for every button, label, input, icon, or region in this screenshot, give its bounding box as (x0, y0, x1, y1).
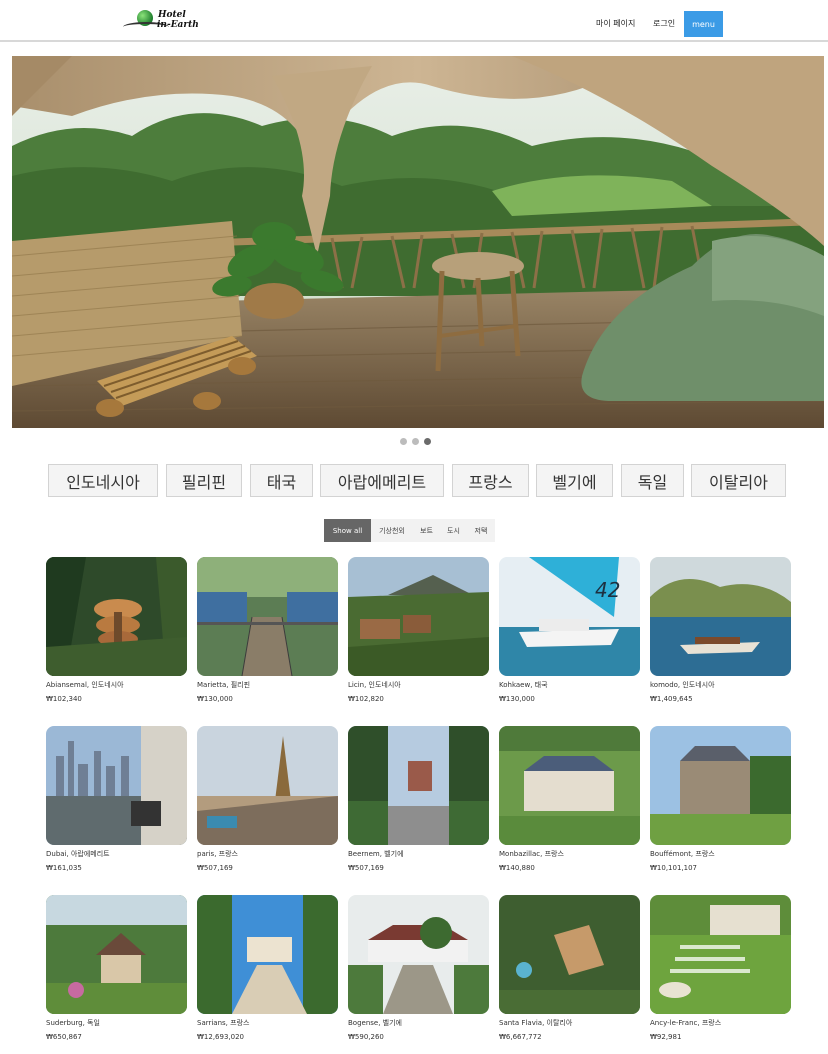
listing-name: komodo, 인도네시아 (650, 681, 715, 689)
login-link[interactable]: 로그인 (653, 18, 675, 29)
listing-photo[interactable] (46, 726, 187, 845)
logo-text-line1: Hotel (158, 10, 186, 20)
listing-name: Bouffémont, 프랑스 (650, 850, 715, 858)
carousel-dot-2[interactable] (412, 438, 419, 445)
filter-tab-show-all[interactable]: Show all (324, 519, 371, 542)
listing-photo[interactable] (197, 557, 338, 676)
listing-photo[interactable] (499, 895, 640, 1014)
listing-price: ₩1,409,645 (650, 695, 693, 703)
listing-price: ₩140,880 (499, 864, 535, 872)
listing-photo[interactable] (197, 726, 338, 845)
logo-text-line2: in-Earth (157, 20, 199, 30)
listing-card[interactable]: Ancy-le-Franc, 프랑스 ₩92,981 (650, 895, 791, 1041)
listing-price: ₩590,260 (348, 1033, 384, 1041)
country-button-uae[interactable]: 아랍에메리트 (320, 464, 444, 497)
listing-name: Beernem, 벨기에 (348, 850, 404, 858)
country-button-indonesia[interactable]: 인도네시아 (48, 464, 158, 497)
listing-card[interactable]: komodo, 인도네시아 ₩1,409,645 (650, 557, 791, 703)
carousel-dot-3[interactable] (424, 438, 431, 445)
country-button-germany[interactable]: 독일 (621, 464, 684, 497)
listing-name: Licin, 인도네시아 (348, 681, 401, 689)
listing-photo[interactable] (499, 726, 640, 845)
listing-photo[interactable] (650, 895, 791, 1014)
listing-name: Suderburg, 독일 (46, 1019, 100, 1027)
listing-card[interactable]: Bogense, 벨기에 ₩590,260 (348, 895, 489, 1041)
listing-price: ₩12,693,020 (197, 1033, 245, 1041)
listing-card[interactable]: Suderburg, 독일 ₩650,867 (46, 895, 187, 1041)
listing-photo[interactable] (197, 895, 338, 1014)
listing-price: ₩130,000 (197, 695, 233, 703)
listing-card[interactable]: Monbazillac, 프랑스 ₩140,880 (499, 726, 640, 872)
country-button-thailand[interactable]: 태국 (250, 464, 313, 497)
filter-tab-mansion[interactable]: 저택 (467, 519, 495, 542)
site-logo[interactable]: Hotel in-Earth (121, 8, 201, 34)
listing-price: ₩10,101,107 (650, 864, 698, 872)
country-button-italy[interactable]: 이탈리아 (691, 464, 786, 497)
listing-name: Sarrians, 프랑스 (197, 1019, 250, 1027)
country-button-philippines[interactable]: 필리핀 (166, 464, 242, 497)
listing-price: ₩92,981 (650, 1033, 682, 1041)
listing-card[interactable]: Licin, 인도네시아 ₩102,820 (348, 557, 489, 703)
listing-name: Ancy-le-Franc, 프랑스 (650, 1019, 722, 1027)
site-header: Hotel in-Earth 마이 페이지 로그인 menu (0, 0, 828, 42)
listing-name: Abiansemal, 인도네시아 (46, 681, 124, 689)
listing-price: ₩650,867 (46, 1033, 82, 1041)
country-button-france[interactable]: 프랑스 (452, 464, 529, 497)
hero-carousel-image[interactable] (12, 56, 824, 428)
listing-card[interactable]: 42 Kohkaew, 태국 ₩130,000 (499, 557, 640, 703)
listing-price: ₩130,000 (499, 695, 535, 703)
listing-photo[interactable]: 42 (499, 557, 640, 676)
listing-price: ₩507,169 (348, 864, 384, 872)
listing-name: paris, 프랑스 (197, 850, 238, 858)
listing-photo[interactable] (348, 557, 489, 676)
listing-price: ₩161,035 (46, 864, 82, 872)
category-filter-tabs: Show all 기상천외 보트 도시 저택 (324, 519, 495, 542)
listing-price: ₩102,340 (46, 695, 82, 703)
listing-name: Bogense, 벨기에 (348, 1019, 402, 1027)
listing-card[interactable]: Bouffémont, 프랑스 ₩10,101,107 (650, 726, 791, 872)
listing-photo[interactable] (46, 895, 187, 1014)
listing-photo[interactable] (650, 726, 791, 845)
listing-photo[interactable] (650, 557, 791, 676)
listing-photo[interactable] (348, 726, 489, 845)
country-button-belgium[interactable]: 벨기에 (536, 464, 613, 497)
listing-card[interactable]: Marietta, 필리핀 ₩130,000 (197, 557, 338, 703)
listing-card[interactable]: Dubai, 아랍에메리트 ₩161,035 (46, 726, 187, 872)
listing-name: Dubai, 아랍에메리트 (46, 850, 110, 858)
listing-photo[interactable] (348, 895, 489, 1014)
carousel-dot-1[interactable] (400, 438, 407, 445)
listing-price: ₩102,820 (348, 695, 384, 703)
mypage-link[interactable]: 마이 페이지 (596, 18, 635, 29)
menu-button[interactable]: menu (684, 11, 723, 37)
svg-text:42: 42 (595, 578, 620, 602)
listing-card[interactable]: Sarrians, 프랑스 ₩12,693,020 (197, 895, 338, 1041)
listing-photo[interactable] (46, 557, 187, 676)
carousel-indicators (400, 438, 431, 445)
listing-name: Monbazillac, 프랑스 (499, 850, 564, 858)
filter-tab-boat[interactable]: 보트 (413, 519, 440, 542)
filter-tab-city[interactable]: 도시 (440, 519, 467, 542)
listing-price: ₩6,667,772 (499, 1033, 542, 1041)
listing-name: Santa Flavia, 이탈리아 (499, 1019, 573, 1027)
listing-card[interactable]: paris, 프랑스 ₩507,169 (197, 726, 338, 872)
listing-card[interactable]: Beernem, 벨기에 ₩507,169 (348, 726, 489, 872)
listing-name: Marietta, 필리핀 (197, 681, 251, 689)
filter-tab-unique[interactable]: 기상천외 (371, 519, 413, 542)
listing-card[interactable]: Santa Flavia, 이탈리아 ₩6,667,772 (499, 895, 640, 1041)
listing-card[interactable]: Abiansemal, 인도네시아 ₩102,340 (46, 557, 187, 703)
listing-name: Kohkaew, 태국 (499, 681, 548, 689)
listing-price: ₩507,169 (197, 864, 233, 872)
